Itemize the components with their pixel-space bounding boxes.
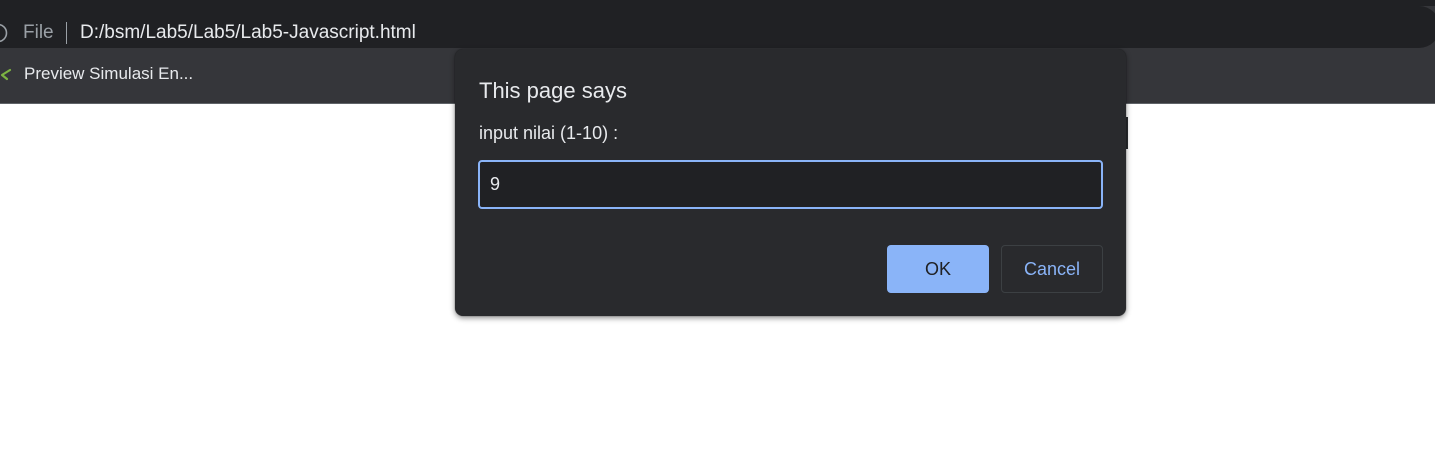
bookmark-item[interactable]: Preview Simulasi En... — [0, 58, 193, 90]
dialog-title: This page says — [479, 78, 627, 103]
bookmark-favicon-icon — [0, 65, 16, 83]
bookmark-label: Preview Simulasi En... — [24, 64, 194, 83]
cancel-button[interactable]: Cancel — [1001, 245, 1103, 293]
address-separator — [66, 22, 67, 44]
address-bar[interactable]: File D:/bsm/Lab5/Lab5/Lab5-Javascript.ht… — [0, 6, 1435, 48]
scheme-label: File — [23, 22, 54, 43]
ok-button[interactable]: OK — [887, 245, 989, 293]
url-text[interactable]: D:/bsm/Lab5/Lab5/Lab5-Javascript.html — [80, 22, 416, 44]
info-circle-icon[interactable] — [0, 23, 8, 43]
dialog-message: input nilai (1-10) : — [479, 123, 619, 143]
prompt-input[interactable] — [478, 160, 1103, 209]
prompt-dialog: This page says input nilai (1-10) : OK C… — [455, 49, 1126, 316]
